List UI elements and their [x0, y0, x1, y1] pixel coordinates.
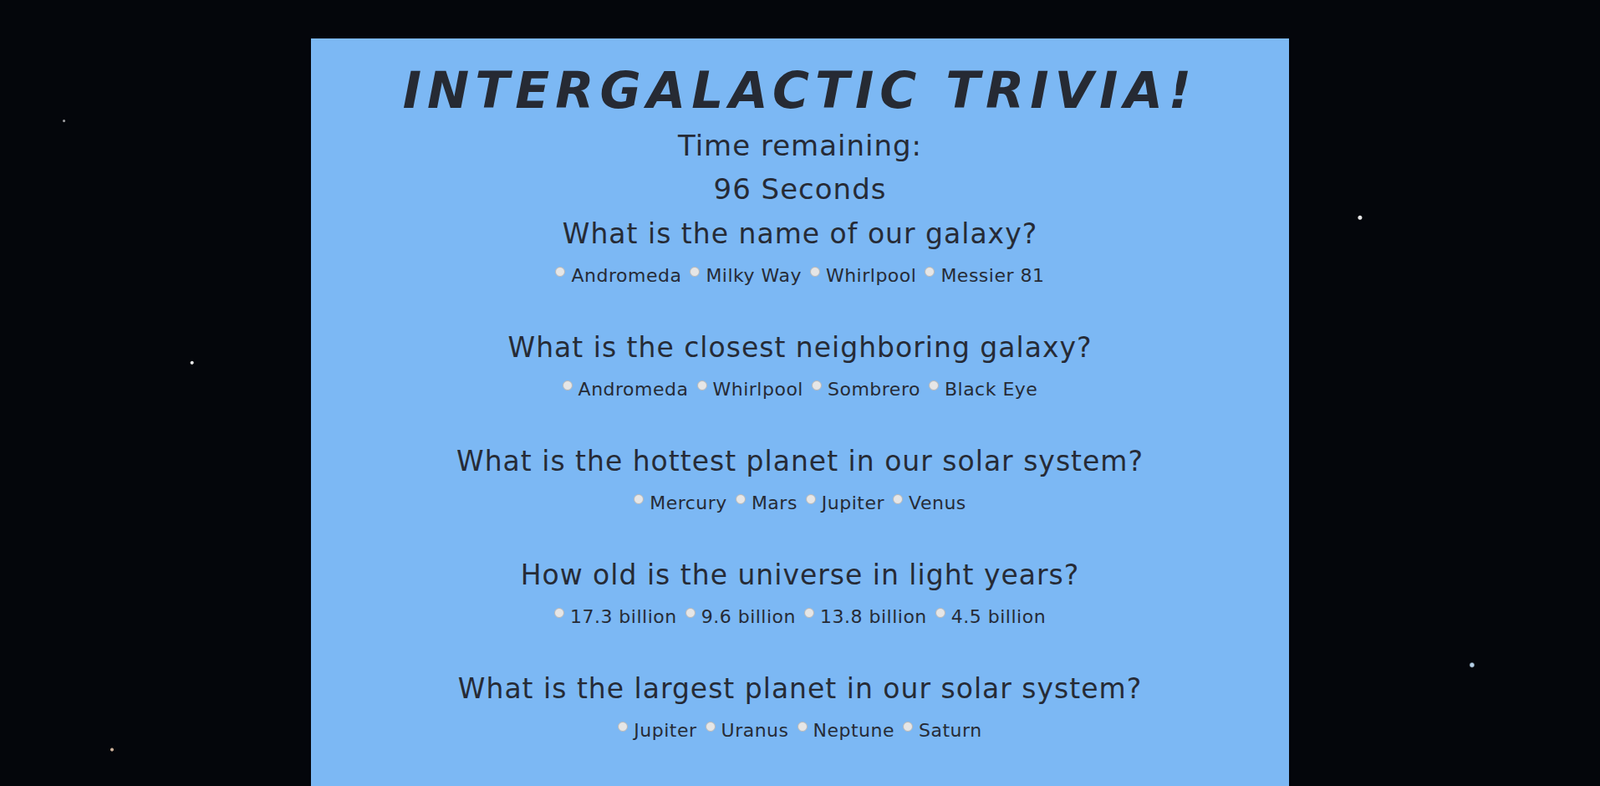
question: How old is the universe in light years? 1… [327, 551, 1273, 631]
answer-option[interactable]: Andromeda [555, 262, 682, 290]
question: What is the name of our galaxy? Andromeda… [327, 210, 1273, 290]
answer-label[interactable]: Mars [751, 489, 798, 517]
radio-button[interactable] [562, 380, 573, 391]
answer-option[interactable]: Jupiter [805, 489, 885, 517]
answer-option[interactable]: Messier 81 [924, 262, 1045, 290]
answer-label[interactable]: Jupiter [821, 489, 885, 517]
radio-button[interactable] [811, 380, 822, 391]
answer-option[interactable]: Venus [892, 489, 967, 517]
answer-option[interactable]: Whirlpool [810, 262, 917, 290]
question-text: What is the name of our galaxy? [327, 210, 1273, 258]
answer-option[interactable]: 9.6 billion [685, 603, 796, 631]
radio-button[interactable] [928, 380, 939, 391]
answer-option[interactable]: Jupiter [617, 717, 697, 744]
answer-label[interactable]: Venus [908, 489, 967, 517]
answer-option[interactable]: Mars [735, 489, 798, 517]
radio-button[interactable] [735, 494, 746, 505]
answer-label[interactable]: Andromeda [578, 376, 689, 403]
answer-label[interactable]: Saturn [918, 717, 983, 744]
answer-options: 17.3 billion 9.6 billion 13.8 billion 4.5 b… [327, 603, 1273, 631]
radio-button[interactable] [689, 266, 700, 277]
answer-label[interactable]: 17.3 billion [570, 603, 678, 631]
answer-options: Andromeda Milky Way Whirlpool Messier 81 [327, 262, 1273, 290]
answer-options: Andromeda Whirlpool Sombrero Black Eye [327, 376, 1273, 403]
answer-label[interactable]: 13.8 billion [820, 603, 928, 631]
radio-button[interactable] [555, 266, 566, 277]
trivia-panel: INTERGALACTIC TRIVIA!Time remaining:96 S… [310, 38, 1290, 786]
question: What is the closest neighboring galaxy? A… [327, 324, 1273, 403]
radio-button[interactable] [685, 607, 696, 618]
radio-button[interactable] [902, 721, 913, 732]
radio-button[interactable] [804, 607, 815, 618]
timer-label: Time remaining: [327, 123, 1273, 168]
question-text: What is the closest neighboring galaxy? [327, 324, 1273, 372]
radio-button[interactable] [924, 266, 935, 277]
answer-options: Jupiter Uranus Neptune Saturn [327, 717, 1273, 744]
answer-label[interactable]: Jupiter [633, 717, 697, 744]
radio-button[interactable] [935, 607, 946, 618]
answer-option[interactable]: Sombrero [811, 376, 921, 403]
question-text: What is the hottest planet in our solar … [327, 438, 1273, 485]
answer-option[interactable]: Andromeda [562, 376, 689, 403]
answer-option[interactable]: Black Eye [928, 376, 1038, 403]
answer-label[interactable]: Mercury [649, 489, 728, 517]
answer-option[interactable]: Mercury [633, 489, 728, 517]
answer-label[interactable]: Uranus [721, 717, 790, 744]
answer-label[interactable]: Messier 81 [940, 262, 1045, 290]
question: What is the hottest planet in our solar … [327, 438, 1273, 517]
answer-option[interactable]: 13.8 billion [804, 603, 928, 631]
answer-label[interactable]: Andromeda [570, 262, 682, 290]
answer-option[interactable]: Milky Way [689, 262, 802, 290]
radio-button[interactable] [554, 607, 565, 618]
question-text: How old is the universe in light years? [327, 551, 1273, 599]
answer-option[interactable]: Uranus [705, 717, 790, 744]
radio-button[interactable] [797, 721, 808, 732]
radio-button[interactable] [892, 494, 903, 505]
page-title: INTERGALACTIC TRIVIA! [327, 56, 1273, 124]
radio-button[interactable] [697, 380, 708, 391]
answer-option[interactable]: 17.3 billion [554, 603, 678, 631]
radio-button[interactable] [633, 494, 644, 505]
answer-label[interactable]: Neptune [813, 717, 896, 744]
radio-button[interactable] [805, 494, 816, 505]
answer-label[interactable]: Whirlpool [825, 262, 917, 290]
question: What is the largest planet in our solar … [327, 665, 1273, 744]
answer-label[interactable]: 4.5 billion [951, 603, 1046, 631]
timer-value: 96 Seconds [327, 167, 1273, 211]
answer-option[interactable]: 4.5 billion [935, 603, 1046, 631]
answer-option[interactable]: Neptune [797, 717, 896, 744]
answer-options: Mercury Mars Jupiter Venus [327, 489, 1273, 517]
answer-label[interactable]: Black Eye [944, 376, 1038, 403]
radio-button[interactable] [617, 721, 628, 732]
answer-label[interactable]: 9.6 billion [701, 603, 796, 631]
radio-button[interactable] [705, 721, 716, 732]
answer-label[interactable]: Sombrero [827, 376, 921, 403]
answer-label[interactable]: Milky Way [705, 262, 802, 290]
answer-label[interactable]: Whirlpool [713, 376, 804, 403]
answer-option[interactable]: Saturn [902, 717, 983, 744]
answer-option[interactable]: Whirlpool [697, 376, 804, 403]
radio-button[interactable] [810, 266, 821, 277]
question-text: What is the largest planet in our solar … [327, 665, 1273, 713]
